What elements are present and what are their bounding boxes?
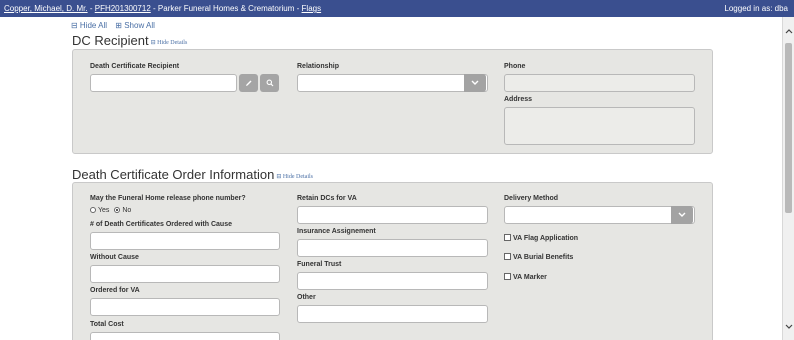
delivery-select[interactable] (504, 206, 695, 224)
search-icon[interactable] (260, 74, 279, 92)
radio-no-label: No (122, 207, 132, 214)
va-marker-checkbox[interactable] (504, 273, 511, 280)
scroll-up-icon[interactable] (783, 27, 794, 37)
logged-in-label: Logged in as: dba (724, 4, 788, 13)
release-phone-radios: Yes No (90, 207, 131, 214)
total-cost-label: Total Cost (90, 321, 124, 328)
scroll-down-icon[interactable] (783, 322, 794, 332)
va-burial-checkbox[interactable] (504, 253, 511, 260)
hide-details-link[interactable]: ⊟ Hide Details (276, 174, 313, 180)
va-flag-checkbox-row[interactable]: VA Flag Application (504, 234, 578, 242)
case-breadcrumb: Copper, Michael, D. Mr. - PFH201300712 -… (4, 0, 321, 17)
top-bar: Copper, Michael, D. Mr. - PFH201300712 -… (0, 0, 794, 17)
funeral-trust-label: Funeral Trust (297, 261, 342, 268)
dc-recipient-title: DC Recipient ⊟ Hide Details (72, 33, 187, 48)
pencil-icon[interactable] (239, 74, 258, 92)
hide-show-controls: ⊟ Hide All ⊞ Show All (71, 21, 161, 30)
with-cause-input[interactable] (90, 232, 280, 250)
funeral-home-name: Parker Funeral Homes & Crematorium (157, 4, 295, 13)
section-title-text: Death Certificate Order Information (72, 167, 275, 182)
scrollbar-thumb[interactable] (785, 43, 792, 213)
flags-link[interactable]: Flags (302, 4, 322, 13)
va-marker-label: VA Marker (513, 274, 547, 281)
insurance-label: Insurance Assignement (297, 228, 376, 235)
other-input[interactable] (297, 305, 488, 323)
va-burial-checkbox-row[interactable]: VA Burial Benefits (504, 253, 573, 261)
show-all-link[interactable]: ⊞ Show All (115, 21, 155, 30)
chevron-down-icon[interactable] (464, 74, 486, 92)
total-cost-input[interactable] (90, 332, 280, 340)
relationship-select[interactable] (297, 74, 488, 92)
case-id-link[interactable]: PFH201300712 (95, 4, 151, 13)
separator: - (296, 4, 300, 13)
main-content: ⊟ Hide All ⊞ Show All DC Recipient ⊟ Hide… (0, 17, 782, 340)
retain-va-input[interactable] (297, 206, 488, 224)
ordered-va-label: Ordered for VA (90, 287, 140, 294)
order-info-panel: May the Funeral Home release phone numbe… (72, 182, 713, 340)
chevron-down-icon[interactable] (671, 206, 693, 224)
va-marker-checkbox-row[interactable]: VA Marker (504, 273, 547, 281)
hide-details-link[interactable]: ⊟ Hide Details (151, 40, 188, 46)
radio-no[interactable] (114, 207, 121, 213)
without-cause-input[interactable] (90, 265, 280, 283)
va-flag-label: VA Flag Application (513, 235, 579, 242)
hide-all-link[interactable]: ⊟ Hide All (71, 21, 107, 30)
phone-field[interactable] (504, 74, 695, 92)
dc-recipient-panel: Death Certificate Recipient Relationship… (72, 49, 713, 154)
address-field[interactable] (504, 107, 695, 145)
section-title-text: DC Recipient (72, 33, 149, 48)
other-label: Other (297, 294, 316, 301)
va-burial-label: VA Burial Benefits (513, 254, 574, 261)
recipient-label: Death Certificate Recipient (90, 63, 180, 70)
vertical-scrollbar[interactable] (782, 17, 794, 340)
phone-label: Phone (504, 63, 526, 70)
release-phone-label: May the Funeral Home release phone numbe… (90, 195, 246, 202)
separator: - (89, 4, 93, 13)
radio-yes-label: Yes (98, 207, 110, 214)
without-cause-label: Without Cause (90, 254, 139, 261)
retain-va-label: Retain DCs for VA (297, 195, 357, 202)
recipient-input[interactable] (90, 74, 237, 92)
relationship-label: Relationship (297, 63, 340, 70)
ordered-va-input[interactable] (90, 298, 280, 316)
radio-yes[interactable] (90, 207, 96, 213)
funeral-trust-input[interactable] (297, 272, 488, 290)
address-label: Address (504, 96, 533, 103)
client-name-link[interactable]: Copper, Michael, D. Mr. (4, 4, 88, 13)
separator: - (153, 4, 156, 13)
va-flag-checkbox[interactable] (504, 234, 511, 241)
order-info-title: Death Certificate Order Information ⊟ Hid… (72, 167, 313, 182)
delivery-label: Delivery Method (504, 195, 559, 202)
insurance-input[interactable] (297, 239, 488, 257)
with-cause-label: # of Death Certificates Ordered with Cau… (90, 221, 232, 228)
